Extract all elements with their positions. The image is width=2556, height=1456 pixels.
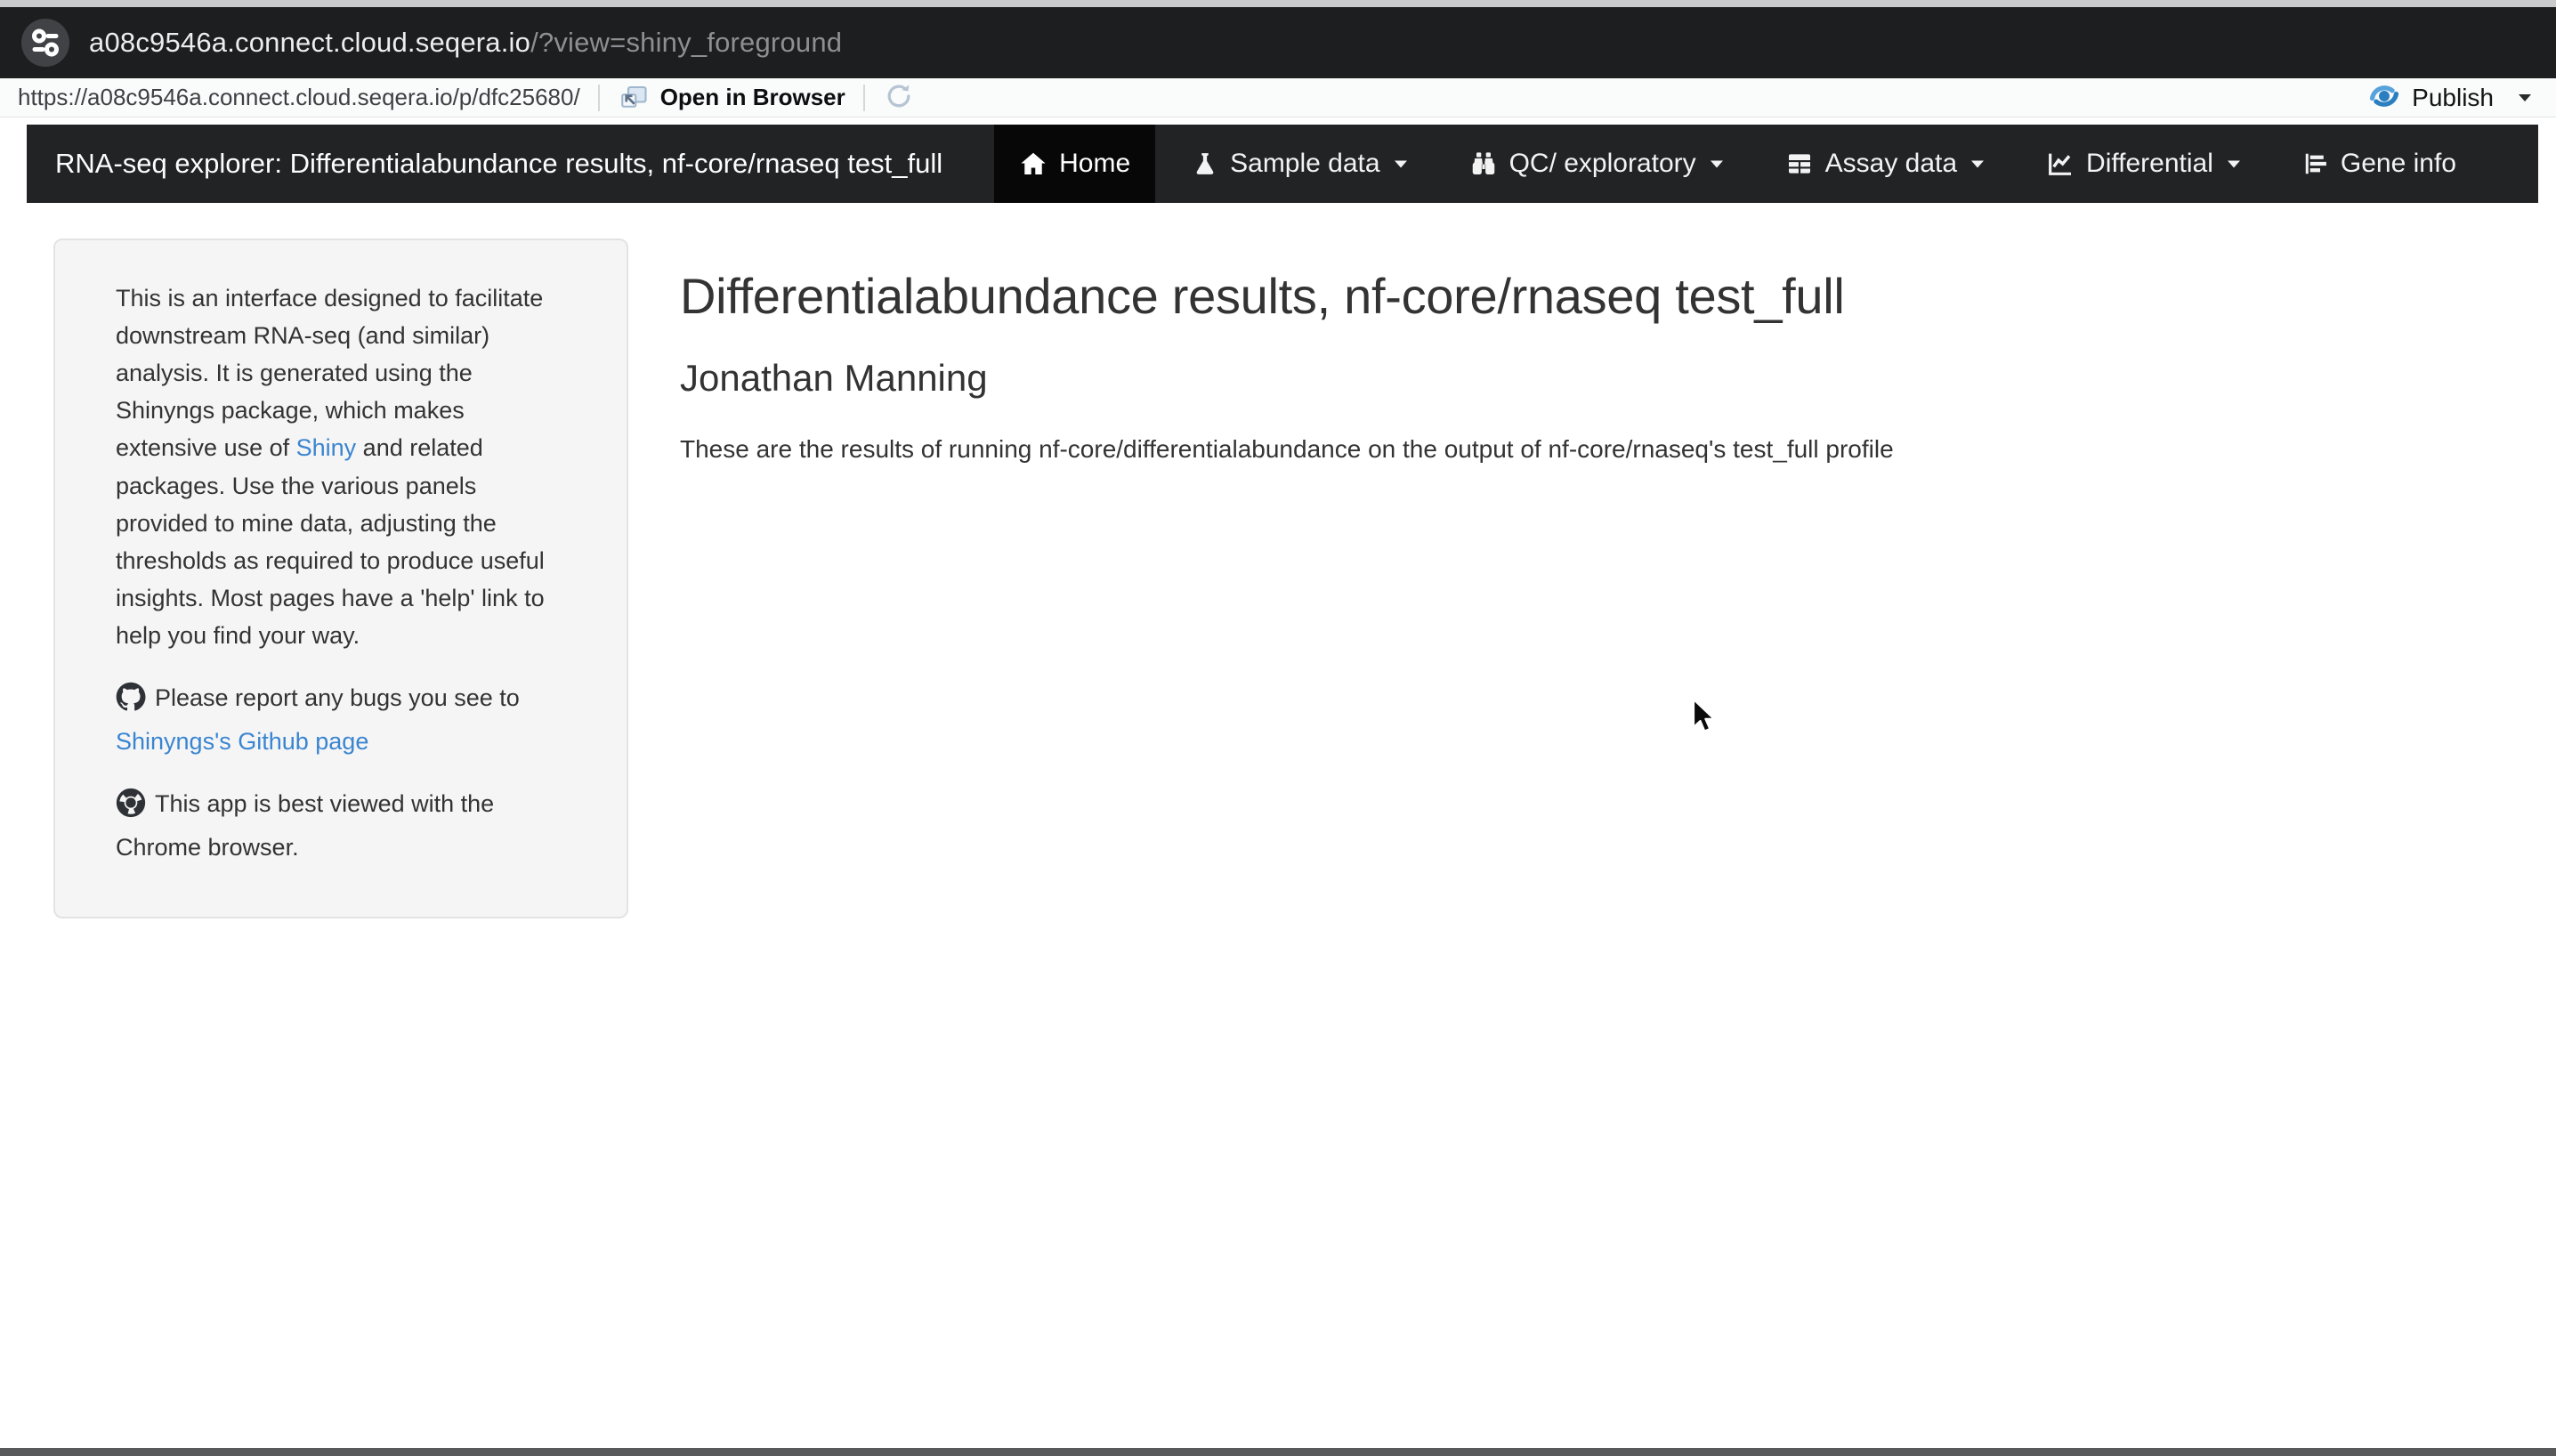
app-navbar: RNA-seq explorer: Differentialabundance …	[27, 125, 2538, 203]
intro-text: and related packages. Use the various pa…	[116, 434, 545, 649]
nav-item-label: Home	[1059, 149, 1130, 179]
toolbar-left: https://a08c9546a.connect.cloud.seqera.i…	[18, 78, 915, 117]
chrome-text: This app is best viewed with the Chrome …	[116, 790, 494, 861]
nav-item-home[interactable]: Home	[994, 125, 1155, 203]
page-body: This is an interface designed to facilit…	[0, 203, 2556, 918]
toolbar-divider	[598, 85, 600, 111]
intro-panel: This is an interface designed to facilit…	[53, 239, 628, 918]
nav-item-assay-data[interactable]: Assay data	[1760, 125, 2010, 203]
main-content: Differentialabundance results, nf-core/r…	[680, 239, 1894, 464]
window-top-edge	[0, 0, 2556, 7]
bugs-text: Please report any bugs you see to	[155, 684, 520, 711]
connect-toolbar: https://a08c9546a.connect.cloud.seqera.i…	[0, 78, 2556, 117]
site-settings-icon[interactable]	[20, 17, 71, 69]
window-bottom-edge	[0, 1448, 2556, 1456]
url-query: /?view=shiny_foreground	[530, 27, 842, 58]
line-chart-icon	[2046, 150, 2075, 178]
nav-item-differential[interactable]: Differential	[2021, 125, 2266, 203]
shiny-link[interactable]: Shiny	[296, 434, 357, 461]
navbar-brand: RNA-seq explorer: Differentialabundance …	[27, 125, 971, 203]
nav-item-sample-data[interactable]: Sample data	[1167, 125, 1432, 203]
nav-item-qc-exploratory[interactable]: QC/ exploratory	[1444, 125, 1749, 203]
chevron-down-icon	[1394, 159, 1408, 169]
open-in-browser-button[interactable]: Open in Browser	[618, 82, 845, 114]
open-in-browser-label: Open in Browser	[660, 84, 845, 111]
refresh-icon	[883, 80, 915, 115]
intro-paragraph: This is an interface designed to facilit…	[116, 279, 571, 654]
nav-item-label: Gene info	[2341, 149, 2456, 179]
github-icon	[116, 682, 146, 723]
binoculars-icon	[1469, 150, 1498, 178]
url-host: a08c9546a.connect.cloud.seqera.io	[89, 27, 530, 58]
toolbar-right: Publish	[2366, 78, 2533, 117]
page-author: Jonathan Manning	[680, 357, 1894, 400]
publish-caret-icon[interactable]	[2517, 93, 2533, 103]
nav-item-gene-info[interactable]: Gene info	[2277, 125, 2481, 203]
nav-item-label: Assay data	[1825, 149, 1957, 179]
nav-item-label: Differential	[2086, 149, 2213, 179]
chevron-down-icon	[1970, 159, 1985, 169]
screen: a08c9546a.connect.cloud.seqera.io/?view=…	[0, 0, 2556, 1456]
publish-label: Publish	[2412, 84, 2494, 112]
address-url[interactable]: a08c9546a.connect.cloud.seqera.io/?view=…	[89, 27, 842, 59]
page-title: Differentialabundance results, nf-core/r…	[680, 267, 1894, 325]
bar-chart-icon	[2302, 150, 2329, 178]
nav-menu: Home Sample data	[971, 125, 2538, 203]
nav-item-label: Sample data	[1230, 149, 1379, 179]
toolbar-divider	[863, 85, 865, 111]
open-in-browser-icon	[618, 82, 650, 114]
chevron-down-icon	[1710, 159, 1724, 169]
chrome-paragraph: This app is best viewed with the Chrome …	[116, 785, 571, 866]
refresh-button[interactable]	[883, 80, 915, 115]
home-icon	[1019, 150, 1047, 178]
page-description: These are the results of running nf-core…	[680, 435, 1894, 464]
browser-address-bar: a08c9546a.connect.cloud.seqera.io/?view=…	[0, 7, 2556, 78]
chevron-down-icon	[2227, 159, 2241, 169]
publish-icon	[2366, 77, 2403, 117]
bugs-paragraph: Please report any bugs you see to Shinyn…	[116, 679, 571, 760]
flask-icon	[1192, 150, 1218, 178]
preview-url: https://a08c9546a.connect.cloud.seqera.i…	[18, 84, 580, 111]
shinyngs-github-link[interactable]: Shinyngs's Github page	[116, 728, 368, 755]
publish-button[interactable]: Publish	[2366, 77, 2494, 117]
chrome-icon	[116, 788, 146, 829]
nav-item-label: QC/ exploratory	[1509, 149, 1696, 179]
table-icon	[1785, 150, 1814, 178]
